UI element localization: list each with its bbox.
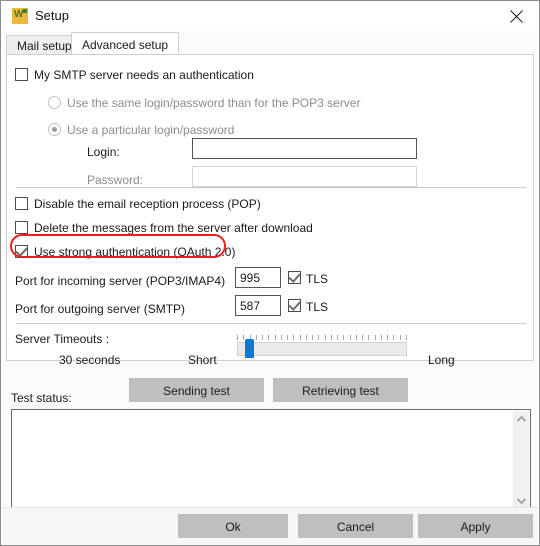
server-timeouts-title: Server Timeouts : (15, 332, 110, 346)
outgoing-tls-label: TLS (306, 300, 329, 314)
slider-tick (300, 335, 301, 340)
apply-button[interactable]: Apply (418, 514, 533, 538)
outgoing-tls-checkmark-icon (288, 298, 301, 311)
strong-auth-checkbox[interactable] (15, 244, 28, 258)
slider-tick (406, 335, 407, 340)
tab-advanced-setup-label: Advanced setup (82, 38, 169, 52)
retrieving-test-button[interactable]: Retrieving test (273, 378, 408, 402)
slider-tick (337, 335, 338, 340)
outgoing-tls-checkbox[interactable] (288, 298, 301, 312)
disable-pop-label: Disable the email reception process (POP… (34, 197, 261, 211)
slider-tick (375, 335, 376, 340)
outgoing-port-input[interactable] (235, 295, 281, 316)
cancel-button[interactable]: Cancel (298, 514, 413, 538)
radio-same-login[interactable] (48, 96, 61, 109)
setup-dialog-window: W Setup Mail setup Advanced setup My SMT… (0, 0, 540, 546)
slider-tick (256, 335, 257, 340)
word-mail-icon: W (12, 8, 28, 24)
slider-tick (306, 335, 307, 340)
tab-strip: Mail setup Advanced setup (1, 31, 539, 55)
sending-test-button[interactable]: Sending test (129, 378, 264, 402)
login-label: Login: (87, 145, 120, 159)
scroll-up-button[interactable] (513, 411, 529, 427)
login-input[interactable] (192, 138, 417, 159)
slider-tick (381, 335, 382, 340)
slider-tick (243, 335, 244, 340)
slider-tick (362, 335, 363, 340)
slider-tick-marks (237, 335, 407, 340)
slider-tick (368, 335, 369, 340)
server-timeout-slider-thumb[interactable] (245, 339, 254, 358)
smtp-auth-label: My SMTP server needs an authentication (34, 68, 254, 82)
separator-upper (16, 187, 526, 188)
strong-auth-label: Use strong authentication (OAuth 2.0) (34, 245, 236, 259)
radio-particular-login-label: Use a particular login/password (67, 123, 235, 137)
advanced-setup-panel: My SMTP server needs an authentication U… (6, 54, 534, 367)
strong-auth-checkmark-icon (15, 244, 28, 257)
ok-button[interactable]: Ok (178, 514, 288, 538)
radio-same-login-label: Use the same login/password than for the… (67, 96, 361, 110)
radio-particular-login-dot (52, 127, 57, 132)
test-status-output[interactable] (11, 409, 531, 509)
tab-mail-setup-label: Mail setup (17, 39, 72, 53)
delete-messages-label: Delete the messages from the server afte… (34, 221, 313, 235)
incoming-port-input[interactable] (235, 267, 281, 288)
test-status-label: Test status: (11, 391, 72, 405)
slider-tick (400, 335, 401, 340)
slider-tick (331, 335, 332, 340)
word-mail-icon-square (23, 9, 27, 13)
dialog-footer: Ok Cancel Apply (2, 507, 538, 544)
slider-tick (393, 335, 394, 340)
slider-tick (281, 335, 282, 340)
server-timeout-value: 30 seconds (59, 353, 121, 367)
slider-tick (325, 335, 326, 340)
title-bar: W Setup (1, 1, 539, 31)
close-button[interactable] (494, 1, 539, 31)
radio-particular-login[interactable] (48, 123, 61, 136)
tab-advanced-setup[interactable]: Advanced setup (71, 32, 180, 55)
incoming-tls-checkbox[interactable] (288, 270, 301, 284)
outgoing-port-label: Port for outgoing server (SMTP) (15, 302, 186, 316)
slider-tick (343, 335, 344, 340)
slider-tick (350, 335, 351, 340)
slider-long-label: Long (428, 353, 455, 367)
window-title: Setup (35, 8, 69, 23)
slider-short-label: Short (188, 353, 217, 367)
separator-lower (16, 323, 526, 324)
incoming-port-label: Port for incoming server (POP3/IMAP4) (15, 274, 226, 288)
slider-tick (318, 335, 319, 340)
slider-tick (293, 335, 294, 340)
slider-tick (237, 335, 238, 340)
slider-tick (275, 335, 276, 340)
incoming-tls-checkmark-icon (288, 270, 301, 283)
slider-tick (262, 335, 263, 340)
slider-tick (356, 335, 357, 340)
slider-tick (312, 335, 313, 340)
server-timeout-slider[interactable] (237, 342, 407, 356)
disable-pop-checkbox[interactable] (15, 197, 28, 210)
slider-tick (387, 335, 388, 340)
test-status-scrollbar[interactable] (513, 411, 529, 509)
slider-tick (268, 335, 269, 340)
slider-tick (287, 335, 288, 340)
password-input[interactable] (192, 166, 417, 187)
delete-messages-checkbox[interactable] (15, 221, 28, 234)
incoming-tls-label: TLS (306, 272, 329, 286)
smtp-auth-checkbox[interactable] (15, 68, 28, 81)
password-label: Password: (87, 173, 144, 187)
